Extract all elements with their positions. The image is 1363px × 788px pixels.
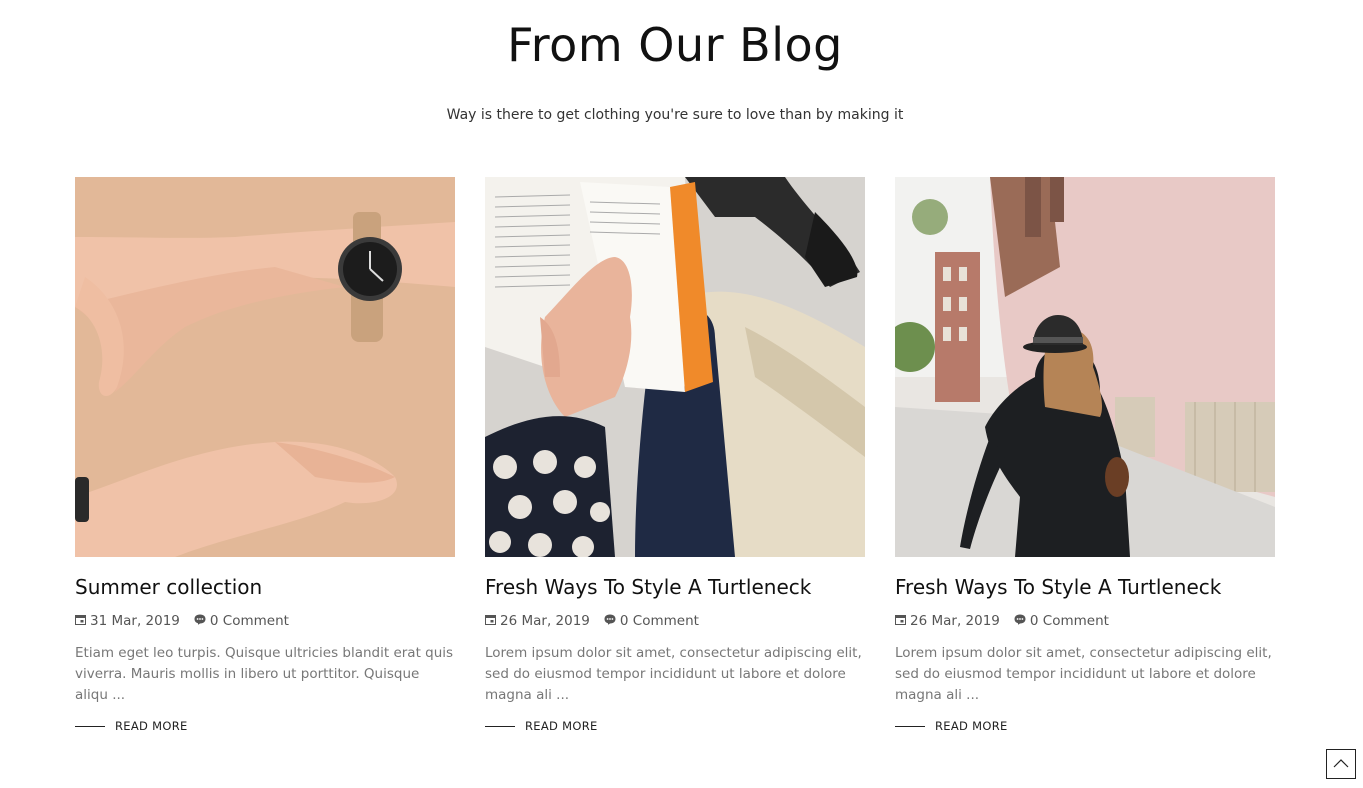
comment-icon xyxy=(604,613,616,629)
post-thumbnail[interactable] xyxy=(485,177,865,557)
chevron-up-icon xyxy=(1333,755,1349,773)
post-excerpt: Lorem ipsum dolor sit amet, consectetur … xyxy=(485,645,862,703)
post-comments[interactable]: 0 Comment xyxy=(1014,613,1109,629)
section-subtitle: Way is there to get clothing you're sure… xyxy=(446,107,904,123)
post-comments-text: 0 Comment xyxy=(1029,613,1109,629)
read-more-label: READ MORE xyxy=(525,719,598,733)
comment-icon xyxy=(1014,613,1026,629)
post-meta: 26 Mar, 2019 0 Comment xyxy=(485,613,865,629)
post-title[interactable]: Fresh Ways To Style A Turtleneck xyxy=(895,575,1275,599)
post-comments[interactable]: 0 Comment xyxy=(194,613,289,629)
scroll-to-top-button[interactable] xyxy=(1326,749,1356,779)
blog-card: Fresh Ways To Style A Turtleneck 26 Mar,… xyxy=(485,177,865,733)
read-more-link[interactable]: READ MORE xyxy=(895,719,1275,733)
post-date: 26 Mar, 2019 xyxy=(485,613,590,629)
calendar-icon xyxy=(485,613,496,629)
post-date: 26 Mar, 2019 xyxy=(895,613,1000,629)
post-title[interactable]: Fresh Ways To Style A Turtleneck xyxy=(485,575,865,599)
calendar-icon xyxy=(75,613,86,629)
post-comments[interactable]: 0 Comment xyxy=(604,613,699,629)
post-date-text: 26 Mar, 2019 xyxy=(500,613,590,629)
section-title: From Our Blog xyxy=(507,18,843,72)
post-thumbnail[interactable] xyxy=(895,177,1275,557)
read-more-label: READ MORE xyxy=(935,719,1008,733)
post-title[interactable]: Summer collection xyxy=(75,575,455,599)
calendar-icon xyxy=(895,613,906,629)
post-meta: 26 Mar, 2019 0 Comment xyxy=(895,613,1275,629)
post-comments-text: 0 Comment xyxy=(209,613,289,629)
read-more-line xyxy=(895,725,925,727)
post-excerpt: Etiam eget leo turpis. Quisque ultricies… xyxy=(75,645,454,703)
read-more-line xyxy=(75,725,105,727)
post-date-text: 31 Mar, 2019 xyxy=(90,613,180,629)
post-comments-text: 0 Comment xyxy=(619,613,699,629)
post-excerpt: Lorem ipsum dolor sit amet, consectetur … xyxy=(895,645,1272,703)
blog-card: Summer collection 31 Mar, 2019 0 Comment… xyxy=(75,177,455,733)
post-date: 31 Mar, 2019 xyxy=(75,613,180,629)
read-more-link[interactable]: READ MORE xyxy=(75,719,455,733)
read-more-line xyxy=(485,725,515,727)
comment-icon xyxy=(194,613,206,629)
blog-card: Fresh Ways To Style A Turtleneck 26 Mar,… xyxy=(895,177,1275,733)
read-more-label: READ MORE xyxy=(115,719,188,733)
post-date-text: 26 Mar, 2019 xyxy=(910,613,1000,629)
post-meta: 31 Mar, 2019 0 Comment xyxy=(75,613,455,629)
post-thumbnail[interactable] xyxy=(75,177,455,557)
read-more-link[interactable]: READ MORE xyxy=(485,719,865,733)
